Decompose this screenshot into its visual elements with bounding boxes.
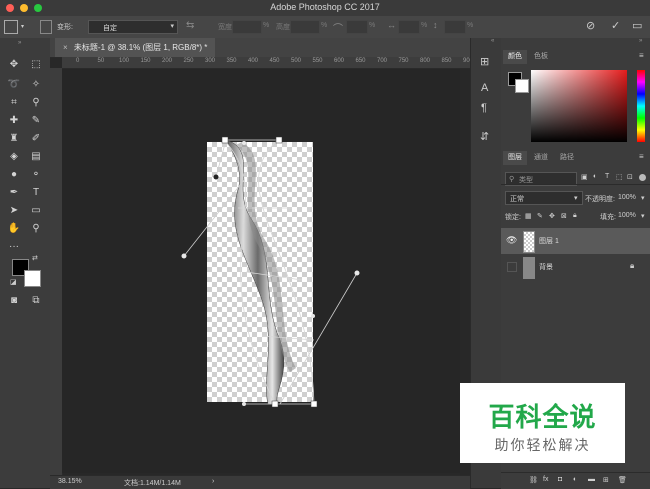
lock-icon: 🔒︎ <box>630 261 635 270</box>
divider <box>501 184 650 185</box>
warp-anchor-handle[interactable] <box>275 136 283 144</box>
fx-icon[interactable]: fx <box>543 476 548 483</box>
chevron-down-icon[interactable]: ▾ <box>641 212 645 220</box>
document-info: 文档:1.14M/1.14M <box>124 480 181 487</box>
fill-label: 填充: <box>600 214 616 221</box>
new-layer-icon[interactable]: ⊞ <box>603 476 609 484</box>
opacity-label: 不透明度: <box>585 196 615 203</box>
layer-thumbnail <box>523 231 535 253</box>
adjustment-filter-icon[interactable]: ◐ <box>593 173 597 180</box>
watermark-subtitle: 助你轻松解决 <box>494 437 591 453</box>
pixel-filter-icon[interactable]: ▣ <box>581 173 588 181</box>
zoom-level[interactable]: 38.15% <box>58 478 82 485</box>
lock-pixels-icon[interactable]: ✎ <box>537 212 543 220</box>
lock-transparent-icon[interactable]: ▦ <box>525 212 532 220</box>
new-group-icon[interactable]: ▬ <box>588 476 595 483</box>
bezier-handle-point[interactable] <box>311 314 315 318</box>
layer-name: 图层 1 <box>539 238 559 245</box>
shape-filter-icon[interactable]: ⬚ <box>616 173 623 181</box>
layer-name: 背景 <box>539 264 553 271</box>
warp-anchor-handle[interactable] <box>271 400 279 408</box>
warp-anchor-handle[interactable] <box>221 136 229 144</box>
visibility-toggle[interactable] <box>507 262 517 272</box>
collapse-icon[interactable]: « <box>491 38 494 44</box>
tab-swatches[interactable]: 色板 <box>529 50 553 64</box>
lock-label: 锁定: <box>505 214 521 221</box>
panel-menu-icon[interactable]: ≡ <box>639 51 644 60</box>
lock-artboard-icon[interactable]: ⊠ <box>561 212 567 220</box>
bezier-handle-point[interactable] <box>354 270 360 276</box>
delete-layer-icon[interactable]: 🗑︎ <box>618 476 627 484</box>
layer-row-background[interactable]: 背景 🔒︎ <box>501 254 650 280</box>
chevron-down-icon[interactable]: ▾ <box>641 194 645 202</box>
status-bar: 38.15% 文档:1.14M/1.14M › <box>50 475 470 489</box>
lock-all-icon[interactable]: 🔒︎ <box>573 212 577 220</box>
watermark-logo: 百科全说 助你轻松解决 <box>460 383 625 463</box>
properties-panel-icon[interactable]: ⇵ <box>480 130 489 143</box>
layers-toolbar: ⛓ fx ◘ ◐ ▬ ⊞ 🗑︎ <box>501 472 650 489</box>
search-icon: ⚲ <box>509 176 515 183</box>
link-layers-icon[interactable]: ⛓ <box>529 476 538 484</box>
bezier-handle-point[interactable] <box>213 174 219 180</box>
chevron-down-icon: ▾ <box>574 195 578 202</box>
chevron-right-icon[interactable]: › <box>212 478 214 485</box>
tab-layers[interactable]: 图层 <box>503 151 527 165</box>
hue-slider[interactable] <box>637 70 645 142</box>
tab-channels[interactable]: 通道 <box>529 151 553 165</box>
eye-icon[interactable]: 👁︎ <box>506 235 517 246</box>
paragraph-panel-icon[interactable]: ¶ <box>481 102 487 114</box>
type-filter-icon[interactable]: T <box>605 173 609 180</box>
adjustment-layer-icon[interactable]: ◐ <box>573 476 577 483</box>
layer-thumbnail <box>523 257 535 279</box>
warp-anchor-handle[interactable] <box>310 400 318 408</box>
bezier-handle-point[interactable] <box>242 141 246 145</box>
smart-filter-icon[interactable]: ⊡ <box>627 173 633 181</box>
bezier-handle-line <box>215 139 227 178</box>
tab-color[interactable]: 颜色 <box>503 50 527 64</box>
add-mask-icon[interactable]: ◘ <box>558 476 562 483</box>
character-panel-icon[interactable]: A <box>481 82 488 94</box>
tab-paths[interactable]: 路径 <box>555 151 579 165</box>
bezier-handle-point[interactable] <box>242 402 246 406</box>
color-picker-field[interactable] <box>531 70 627 142</box>
collapse-icon[interactable]: » <box>639 38 642 44</box>
bezier-handle-point[interactable] <box>181 253 187 259</box>
filter-toggle-icon[interactable] <box>639 174 646 181</box>
watermark-title: 百科全说 <box>488 402 597 432</box>
blend-mode-value: 正常 <box>510 196 524 203</box>
layer-row-layer-1[interactable]: 👁︎ 图层 1 <box>501 228 650 254</box>
color-background-swatch[interactable] <box>515 79 529 93</box>
opacity-value[interactable]: 100% <box>618 194 636 201</box>
history-panel-icon[interactable]: ⊞ <box>480 55 489 68</box>
lock-position-icon[interactable]: ✥ <box>549 212 555 220</box>
fill-value[interactable]: 100% <box>618 212 636 219</box>
blend-mode-select[interactable]: 正常 ▾ <box>505 191 583 205</box>
panel-menu-icon[interactable]: ≡ <box>639 152 644 161</box>
